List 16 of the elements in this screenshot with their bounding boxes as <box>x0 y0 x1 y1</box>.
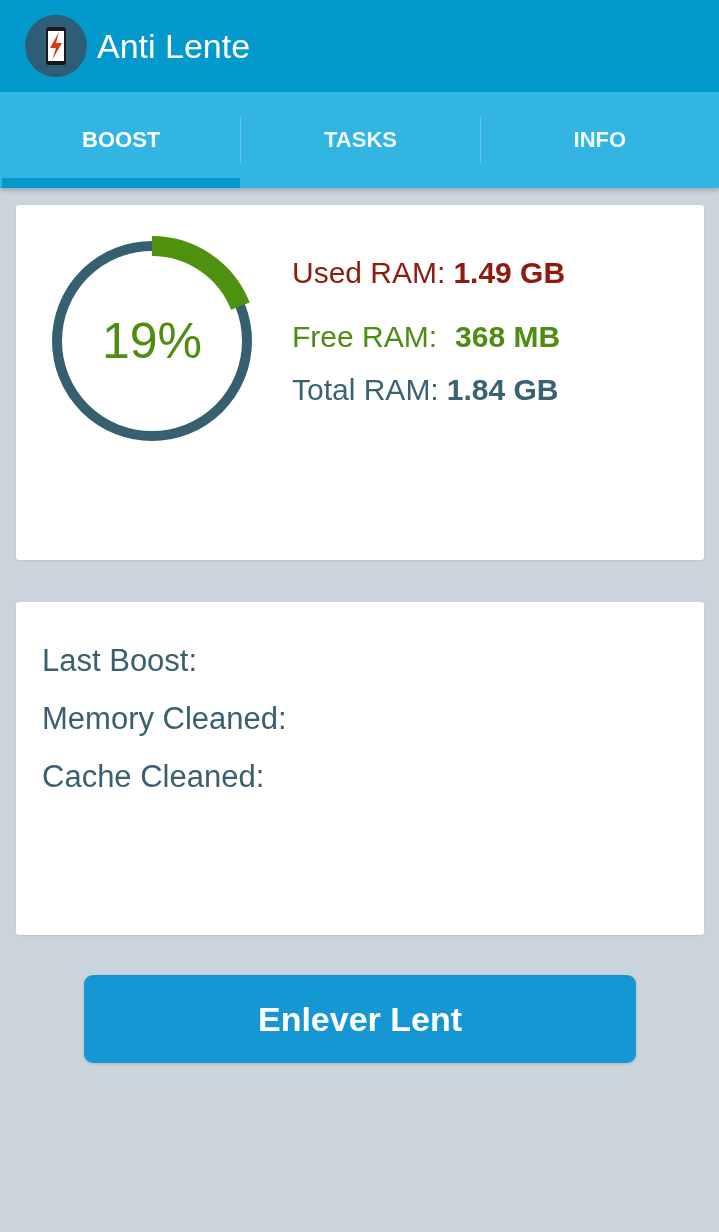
tab[interactable]: INFO <box>480 92 719 188</box>
stat-label: Total RAM: <box>292 373 439 406</box>
stat-value: 1.84 GB <box>446 373 559 406</box>
stat-label: Used RAM: <box>292 256 446 289</box>
info-label: Last Boost: <box>42 642 198 680</box>
tab[interactable]: TASKS <box>241 92 480 188</box>
stat-label: Free RAM: <box>292 320 438 353</box>
tab[interactable]: BOOST <box>2 92 241 188</box>
stat-value: 368 MB <box>455 320 561 353</box>
usage-percentage: 19% <box>101 312 203 370</box>
app-title: Anti Lente <box>97 26 251 66</box>
boost-button[interactable]: Enlever Lent <box>84 975 636 1063</box>
phone-lightning-icon <box>25 15 87 77</box>
info-label: Cache Cleaned: <box>42 758 265 796</box>
info-label: Memory Cleaned: <box>42 700 287 738</box>
stat-value: 1.49 GB <box>453 256 566 289</box>
